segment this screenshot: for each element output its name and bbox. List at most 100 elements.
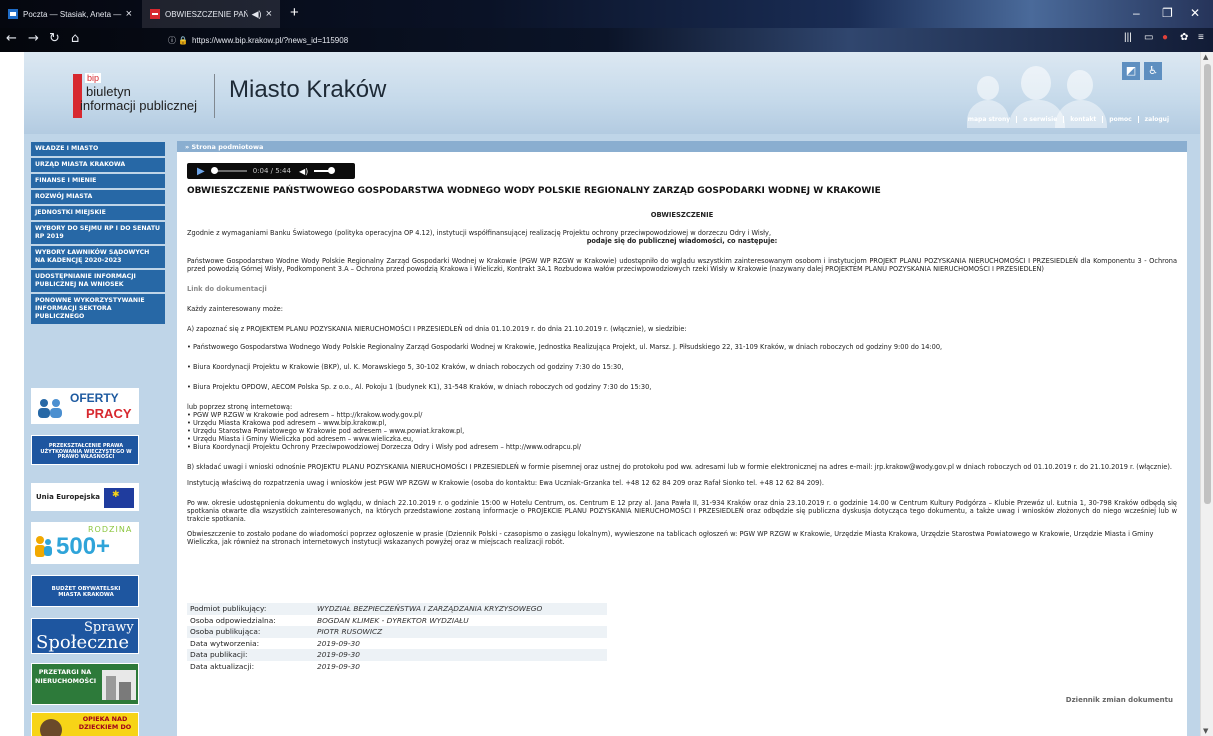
- link-wieliczka[interactable]: • Urzędu Miasta i Gminy Wieliczka pod ad…: [187, 435, 1177, 443]
- extension-icon[interactable]: ✿: [1180, 32, 1188, 43]
- opieka-banner[interactable]: OPIEKA NAD DZIECKIEM DO: [31, 712, 139, 736]
- sidebar-item-wybory-sejm[interactable]: WYBORY DO SEJMU RP I DO SENATU RP 2019: [31, 222, 165, 244]
- person-body: [967, 100, 1009, 128]
- link-pgw[interactable]: • PGW WP RZGW w Krakowie pod adresem – h…: [187, 411, 1177, 419]
- home-icon[interactable]: ⌂: [71, 31, 79, 46]
- progress-handle[interactable]: [210, 167, 218, 174]
- volume-handle[interactable]: [328, 167, 336, 174]
- breadcrumb[interactable]: » Strona podmiotowa: [177, 141, 1187, 152]
- sidebar-item-finanse[interactable]: FINANSE I MIENIE: [31, 174, 165, 188]
- minimize-icon[interactable]: –: [1133, 6, 1140, 20]
- city-title[interactable]: Miasto Kraków: [229, 76, 386, 104]
- sidebar-item-rozwoj[interactable]: ROZWÓJ MIASTA: [31, 190, 165, 204]
- contrast-icon[interactable]: ◩: [1122, 62, 1140, 80]
- toplink-help[interactable]: pomoc: [1102, 116, 1137, 123]
- url-bar[interactable]: ⓘ 🔒 https://www.bip.krakow.pl/?news_id=1…: [168, 31, 788, 49]
- close-icon[interactable]: ×: [126, 8, 132, 20]
- top-links: mapa strony o serwisie kontakt pomoc zal…: [962, 116, 1175, 123]
- nav-bar: ← → ↻ ⌂ ⓘ 🔒 https://www.bip.krakow.pl/?n…: [0, 28, 1213, 52]
- meta-row: Osoba publikująca: PIOTR RUSOWICZ: [187, 626, 607, 638]
- meta-row: Osoba odpowiedzialna: BOGDAN KLIMEK - DYR…: [187, 615, 607, 627]
- player-time: 0:04 / 5:44: [252, 167, 291, 175]
- bip-tab-icon: [150, 9, 160, 19]
- page-viewport: bip biuletyn informacji publicznej Miast…: [0, 52, 1213, 736]
- rodzina-500-banner[interactable]: RODZINA 500+: [31, 522, 139, 564]
- logo-line-1[interactable]: biuletyn: [86, 84, 131, 99]
- sprawy-spoleczne-banner[interactable]: Sprawy Społeczne: [31, 618, 139, 654]
- sidebar-item-wladze[interactable]: WŁADZE I MIASTO: [31, 142, 165, 156]
- logo-line-2[interactable]: informacji publicznej: [80, 98, 197, 113]
- paragraph-4: A) zapoznać się z PROJEKTEM PLANU POZYSK…: [187, 325, 687, 333]
- przetargi-label: PRZETARGI NA NIERUCHOMOŚCI: [35, 668, 97, 685]
- paragraph-7: Obwieszczenie to zostało podane do wiado…: [187, 530, 1154, 547]
- spoleczne-label: Społeczne: [36, 632, 129, 653]
- sidebar-item-udostepnianie[interactable]: UDOSTĘPNIANIE INFORMACJI PUBLICZNEJ NA W…: [31, 270, 165, 292]
- sidebar-item-ponowne[interactable]: PONOWNE WYKORZYSTYWANIE INFORMACJI SEKTO…: [31, 294, 165, 324]
- toplink-about[interactable]: o serwisie: [1016, 116, 1063, 123]
- buildings-icon: [102, 670, 136, 700]
- library-icon[interactable]: |||: [1124, 32, 1132, 43]
- main-content: » Strona podmiotowa ▶ 0:04 / 5:44 ◀) OBW…: [177, 141, 1187, 736]
- reload-icon[interactable]: ↻: [49, 31, 60, 46]
- meta-key: Podmiot publikujący:: [190, 604, 267, 614]
- przeksztalcenie-banner[interactable]: PRZEKSZTAŁCENIE PRAWA UŻYTKOWANIA WIECZY…: [31, 435, 139, 465]
- sidebar-icon[interactable]: ▭: [1144, 32, 1153, 43]
- meta-value: BOGDAN KLIMEK - DYREKTOR WYDZIAŁU: [317, 615, 469, 625]
- play-icon[interactable]: ▶: [197, 166, 205, 177]
- oferty-label: OFERTY: [70, 391, 119, 405]
- toplink-contact[interactable]: kontakt: [1063, 116, 1102, 123]
- scroll-up-icon[interactable]: ▲: [1203, 53, 1208, 61]
- page-scrollbar[interactable]: ▲ ▼: [1200, 52, 1213, 736]
- meta-value: PIOTR RUSOWICZ: [317, 627, 383, 637]
- unia-europejska-banner[interactable]: Unia Europejska ✱: [31, 483, 139, 511]
- mail-tab-icon: [8, 9, 18, 19]
- toplink-sitemap[interactable]: mapa strony: [962, 116, 1016, 123]
- meta-row: Podmiot publikujący: WYDZIAŁ BEZPIECZEŃST…: [187, 603, 607, 615]
- close-icon[interactable]: ×: [266, 8, 272, 20]
- link-powiat[interactable]: • Urzędu Starostwa Powiatowego w Krakowi…: [187, 427, 1177, 435]
- scroll-thumb[interactable]: [1204, 64, 1211, 504]
- tab-bip[interactable]: OBWIESZCZENIE PAŃSTW ◀) ×: [142, 0, 280, 28]
- meta-value: 2019-09-30: [317, 650, 360, 660]
- meta-key: Data publikacji:: [190, 650, 248, 660]
- paragraph-3: Każdy zainteresowany może:: [187, 305, 283, 313]
- audio-player[interactable]: ▶ 0:04 / 5:44 ◀): [187, 163, 355, 179]
- sidebar-item-urzad[interactable]: URZĄD MIASTA KRAKOWA: [31, 158, 165, 172]
- page-title: OBWIESZCZENIE PAŃSTWOWEGO GOSPODARSTWA W…: [187, 186, 881, 196]
- accessibility-icon[interactable]: ♿: [1144, 62, 1162, 80]
- speaker-icon[interactable]: ◀): [252, 9, 262, 20]
- link-odrapcu[interactable]: • Biura Koordynacji Projektu Ochrony Prz…: [187, 443, 1177, 451]
- adblock-icon[interactable]: ●: [1162, 32, 1168, 43]
- oferty-pracy-banner[interactable]: OFERTY PRACY: [31, 388, 139, 424]
- toplink-login[interactable]: zaloguj: [1137, 116, 1175, 123]
- meta-value: 2019-09-30: [317, 638, 360, 648]
- new-tab-icon[interactable]: +: [290, 4, 299, 21]
- volume-icon[interactable]: ◀): [299, 167, 308, 176]
- przetargi-banner[interactable]: PRZETARGI NA NIERUCHOMOŚCI: [31, 663, 139, 705]
- menu-icon[interactable]: ≡: [1198, 32, 1204, 43]
- progress-bar[interactable]: [210, 167, 247, 174]
- forward-icon[interactable]: →: [28, 31, 39, 46]
- volume-slider[interactable]: [314, 167, 336, 174]
- sidebar-item-jednostki[interactable]: JEDNOSTKI MIEJSKIE: [31, 206, 165, 220]
- maximize-icon[interactable]: ❐: [1162, 6, 1173, 20]
- tab-mail[interactable]: Poczta — Stasiak, Aneta — Ou ×: [0, 0, 140, 28]
- back-icon[interactable]: ←: [6, 31, 17, 46]
- budzet-obywatelski-banner[interactable]: BUDŻET OBYWATELSKI MIASTA KRAKOWA: [31, 575, 139, 607]
- meta-key: Osoba publikująca:: [190, 627, 261, 637]
- paragraph-2: Państwowe Gospodarstwo Wodne Wody Polski…: [187, 257, 1177, 274]
- link-bip[interactable]: • Urzędu Miasta Krakowa pod adresem – ww…: [187, 419, 1177, 427]
- link-documentation[interactable]: Link do dokumentacji: [187, 285, 1177, 293]
- info-icon[interactable]: ⓘ: [168, 35, 176, 46]
- family-icon: [35, 536, 52, 557]
- sidebar-item-wybory-lawnikow[interactable]: WYBORY ŁAWNIKÓW SĄDOWYCH NA KADENCJĘ 202…: [31, 246, 165, 268]
- bullet-3: • Biura Projektu OPDOW, AECOM Polska Sp.…: [187, 383, 652, 391]
- scroll-down-icon[interactable]: ▼: [1203, 727, 1208, 735]
- tab-title: Poczta — Stasiak, Aneta — Ou: [23, 9, 122, 19]
- ue-label: Unia Europejska: [36, 493, 100, 501]
- close-window-icon[interactable]: ✕: [1190, 6, 1200, 20]
- bullet-2: • Biura Koordynacji Projektu w Krakowie …: [187, 363, 624, 371]
- url-text[interactable]: https://www.bip.krakow.pl/?news_id=11590…: [192, 36, 348, 45]
- change-log-link[interactable]: Dziennik zmian dokumentu: [1066, 696, 1173, 704]
- teddy-icon: [40, 719, 62, 736]
